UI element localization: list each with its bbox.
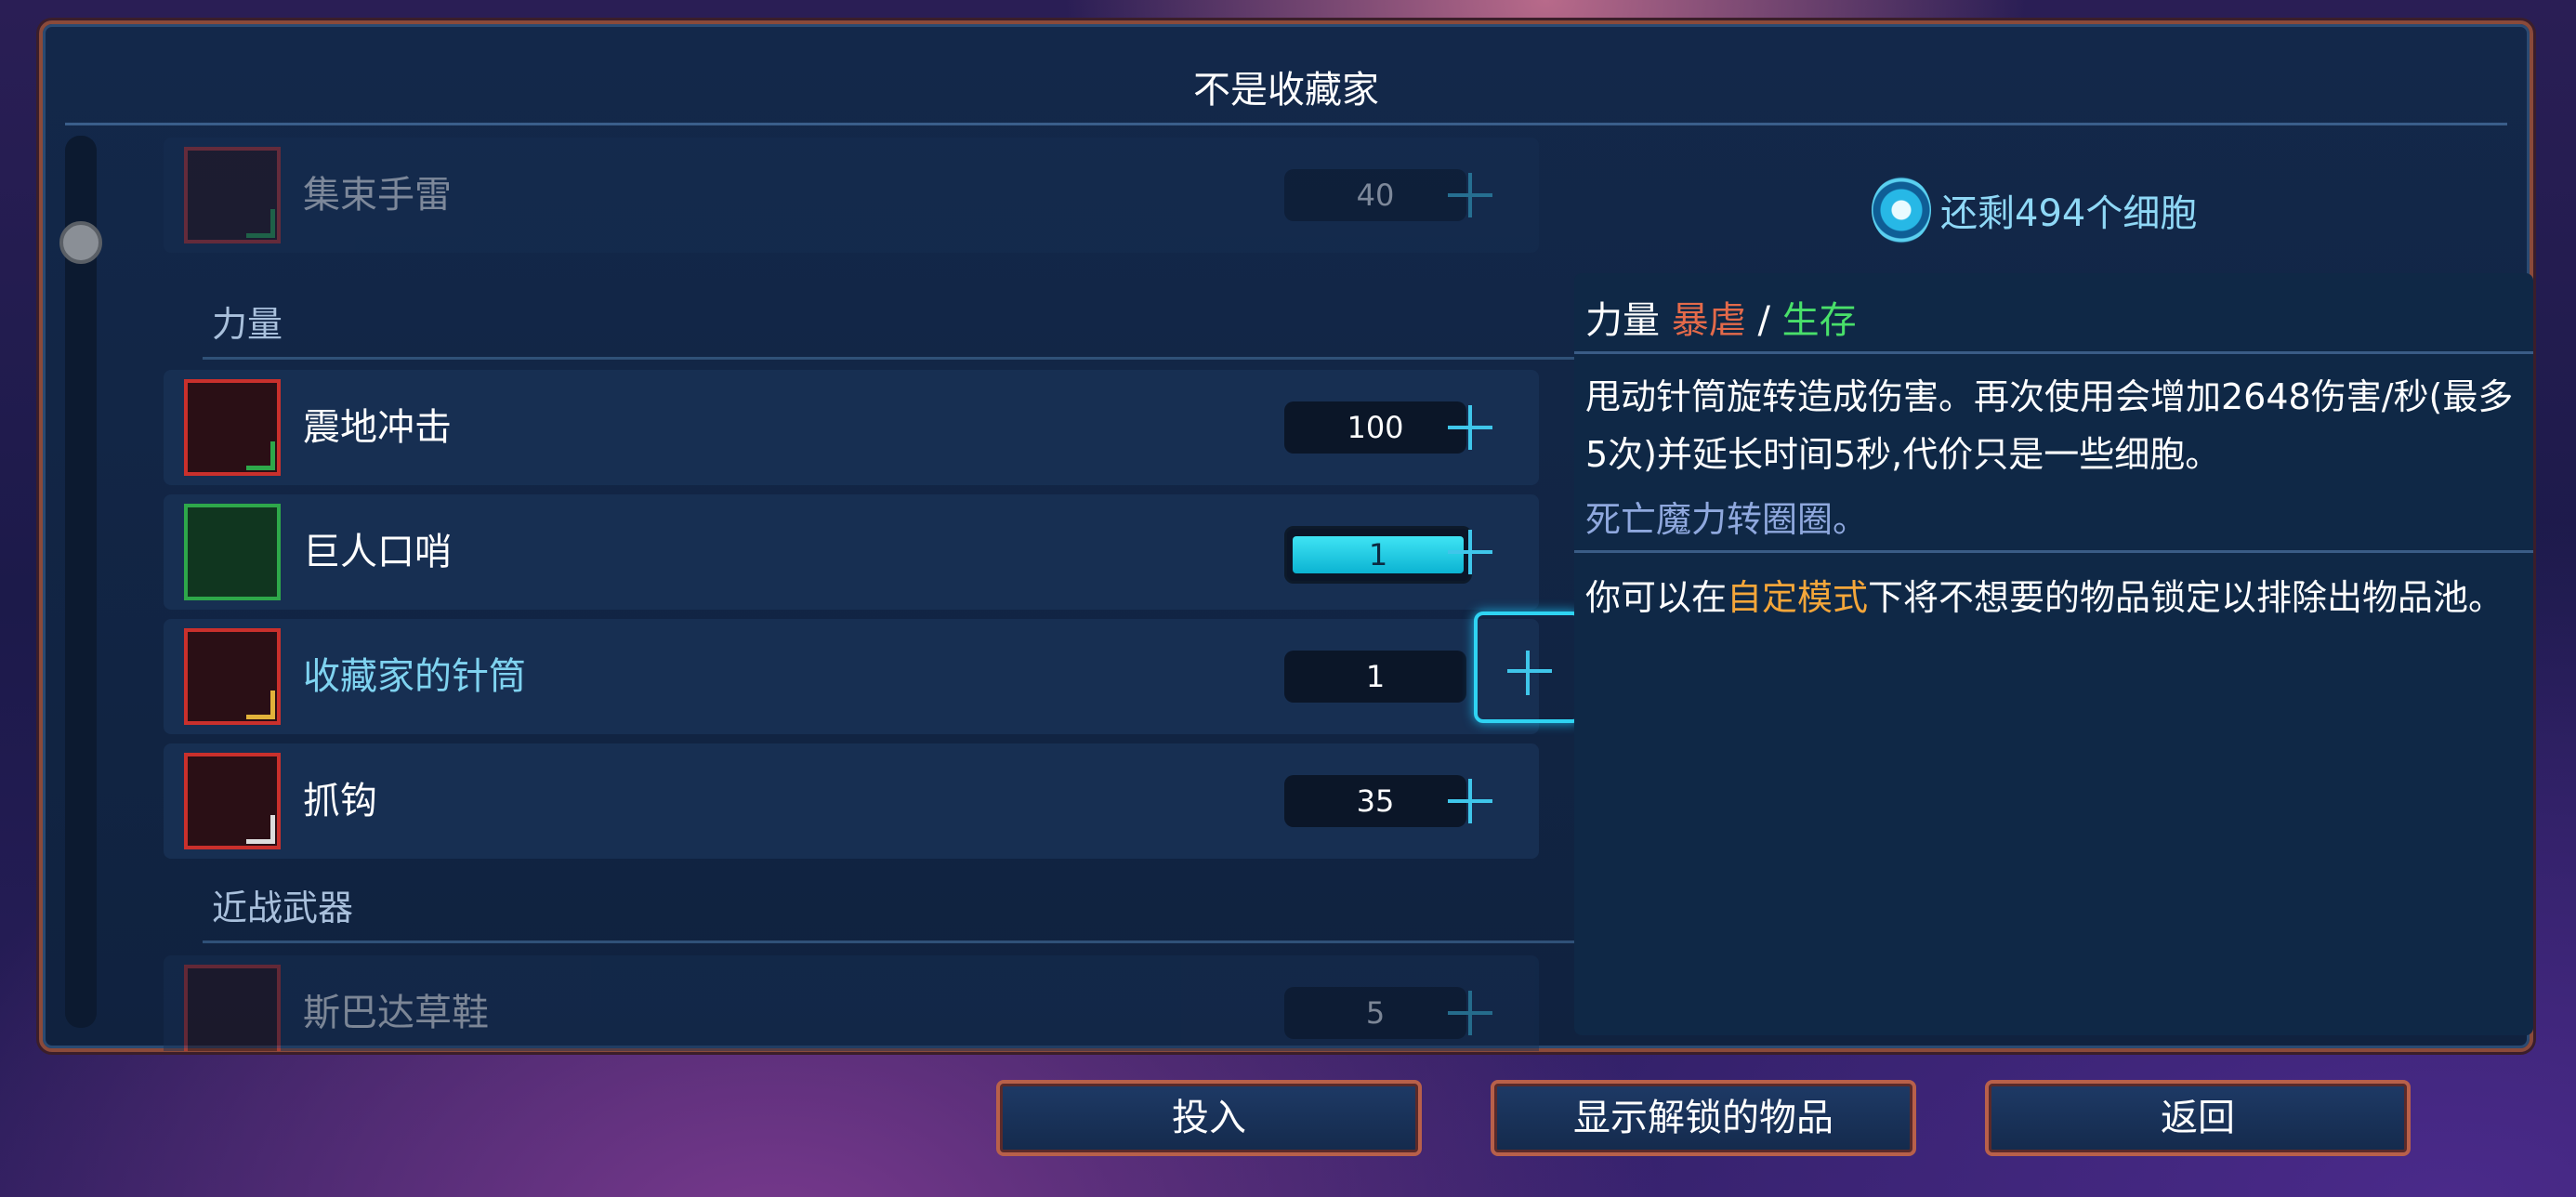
title-divider xyxy=(65,123,2507,125)
item-description: 甩动针筒旋转造成伤害。再次使用会增加2648伤害/秒(最多5次)并延长时间5秒,… xyxy=(1585,376,2514,475)
item-name: 抓钩 xyxy=(303,780,377,822)
back-button[interactable]: 返回 xyxy=(1985,1080,2411,1156)
add-icon[interactable] xyxy=(1474,612,1582,723)
item-list: 集束手雷 40 力量 震地冲击 100 巨人口哨 1 收藏家的针筒 1 抓钩 3… xyxy=(164,136,1602,1051)
item-cost: 35 xyxy=(1284,775,1466,827)
item-name: 巨人口哨 xyxy=(303,531,452,573)
item-cost: 1 xyxy=(1284,651,1466,703)
hint-post: 下将不想要的物品锁定以排除出物品池。 xyxy=(1868,577,2504,618)
collectors-syringe-icon xyxy=(184,628,281,725)
tag-brutality: 暴虐 xyxy=(1671,299,1746,342)
info-divider xyxy=(1574,550,2533,553)
spartan-sandals-icon xyxy=(184,965,281,1051)
item-name: 集束手雷 xyxy=(303,174,452,217)
section-label-brutality: 力量 xyxy=(212,304,283,345)
list-item[interactable]: 巨人口哨 1 xyxy=(164,494,1539,610)
item-name: 斯巴达草鞋 xyxy=(303,992,489,1034)
list-item[interactable]: 斯巴达草鞋 5 xyxy=(164,955,1539,1051)
add-icon[interactable] xyxy=(1442,524,1498,580)
cells-remaining: 还剩494个细胞 xyxy=(1940,192,2198,235)
list-item[interactable]: 抓钩 35 xyxy=(164,743,1539,859)
item-name: 收藏家的针筒 xyxy=(303,655,526,698)
tag-survival: 生存 xyxy=(1781,299,1857,342)
item-cost: 100 xyxy=(1284,401,1466,454)
scrollbar-track[interactable] xyxy=(65,136,97,1028)
window-title: 不是收藏家 xyxy=(1193,69,1379,112)
show-unlocked-button[interactable]: 显示解锁的物品 xyxy=(1491,1080,1916,1156)
item-flavor-text: 死亡魔力转圈圈。 xyxy=(1585,499,1869,540)
hint-pre: 你可以在 xyxy=(1585,577,1728,618)
item-cost: 40 xyxy=(1284,169,1466,221)
collector-window: 不是收藏家 集束手雷 40 力量 震地冲击 100 巨人口哨 1 收藏家的针筒 xyxy=(39,20,2533,1052)
item-tags: 力量 暴虐 / 生存 xyxy=(1585,290,1857,344)
add-icon[interactable] xyxy=(1442,985,1498,1041)
tag-primary: 力量 xyxy=(1585,299,1660,342)
scrollbar-thumb[interactable] xyxy=(59,221,102,264)
item-cost: 1 xyxy=(1368,537,1388,572)
section-divider xyxy=(203,940,1597,943)
cluster-grenade-icon xyxy=(184,147,281,243)
ground-shock-icon xyxy=(184,379,281,476)
add-icon[interactable] xyxy=(1442,773,1498,829)
section-divider xyxy=(203,357,1597,360)
list-item-selected[interactable]: 收藏家的针筒 1 xyxy=(164,612,1582,734)
grappling-hook-icon xyxy=(184,753,281,849)
add-icon[interactable] xyxy=(1442,400,1498,455)
add-icon[interactable] xyxy=(1442,167,1498,223)
info-divider xyxy=(1574,351,2533,354)
giant-whistle-icon xyxy=(184,504,281,600)
list-item[interactable]: 震地冲击 100 xyxy=(164,370,1539,485)
custom-mode-link: 自定模式 xyxy=(1727,577,1869,618)
cell-icon xyxy=(1872,177,1931,243)
item-cost: 5 xyxy=(1284,987,1466,1039)
invest-button[interactable]: 投入 xyxy=(996,1080,1422,1156)
section-label-melee: 近战武器 xyxy=(212,888,354,928)
custom-mode-hint: 你可以在自定模式下将不想要的物品锁定以排除出物品池。 xyxy=(1585,569,2515,626)
item-info-panel: 力量 暴虐 / 生存 甩动针筒旋转造成伤害。再次使用会增加2648伤害/秒(最多… xyxy=(1574,273,2533,1035)
cells-counter: 还剩494个细胞 xyxy=(1872,173,2197,247)
item-name: 震地冲击 xyxy=(303,406,452,449)
list-item[interactable]: 集束手雷 40 xyxy=(164,138,1539,253)
tag-separator: / xyxy=(1757,299,1770,342)
